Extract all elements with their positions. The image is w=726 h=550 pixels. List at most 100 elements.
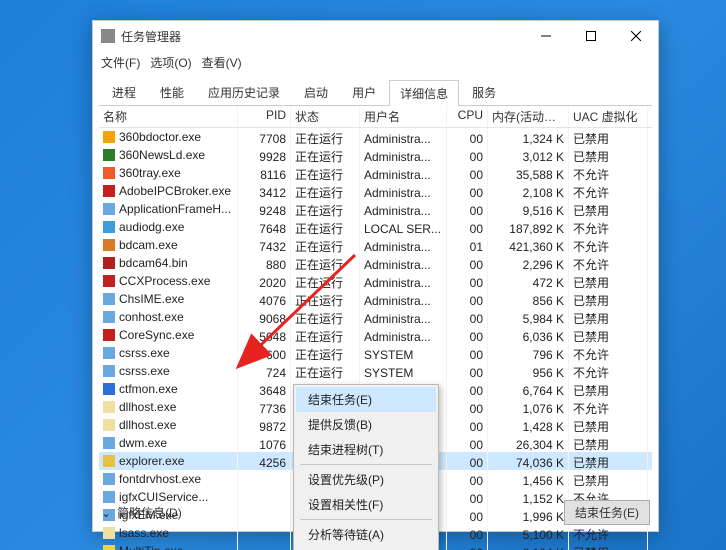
col-cpu[interactable]: CPU — [447, 106, 488, 127]
cell-mem: 6,104 K — [488, 542, 569, 550]
cell-state: 正在运行 — [291, 344, 360, 362]
brief-info-link[interactable]: 简略信息(D) — [117, 504, 182, 521]
col-state[interactable]: 状态 — [291, 106, 360, 127]
table-row[interactable]: csrss.exe600正在运行SYSTEM00796 K不允许 — [99, 344, 652, 362]
cell-cpu: 00 — [447, 254, 488, 272]
cell-mem: 6,764 K — [488, 380, 569, 398]
menu-item[interactable]: 提供反馈(B) — [296, 412, 436, 437]
process-icon — [103, 455, 115, 467]
cell-cpu: 00 — [447, 452, 488, 470]
cell-uac: 不允许 — [569, 344, 648, 362]
cell-user: LOCAL SER... — [360, 218, 447, 236]
cell-pid: 3412 — [238, 182, 291, 200]
table-row[interactable]: CCXProcess.exe2020正在运行Administra...00472… — [99, 272, 652, 290]
menu-item[interactable]: 设置相关性(F) — [296, 492, 436, 517]
cell-user: Administra... — [360, 182, 447, 200]
table-row[interactable]: ChsIME.exe4076正在运行Administra...00856 K已禁… — [99, 290, 652, 308]
table-row[interactable]: AdobeIPCBroker.exe3412正在运行Administra...0… — [99, 182, 652, 200]
cell-state: 正在运行 — [291, 290, 360, 308]
cell-user: Administra... — [360, 290, 447, 308]
table-row[interactable]: bdcam.exe7432正在运行Administra...01421,360 … — [99, 236, 652, 254]
cell-name: MultiTip.exe — [119, 542, 183, 550]
process-icon — [103, 347, 115, 359]
tab-5[interactable]: 详细信息 — [389, 80, 459, 106]
cell-state: 正在运行 — [291, 272, 360, 290]
menu-item[interactable]: 设置优先级(P) — [296, 467, 436, 492]
menu-item[interactable]: 结束进程树(T) — [296, 437, 436, 462]
tab-1[interactable]: 性能 — [149, 79, 195, 105]
table-row[interactable]: csrss.exe724正在运行SYSTEM00956 K不允许 — [99, 362, 652, 380]
cell-pid: 7736 — [238, 398, 291, 416]
cell-uac: 已禁用 — [569, 290, 648, 308]
cell-state: 正在运行 — [291, 308, 360, 326]
cell-name: dwm.exe — [119, 434, 167, 452]
table-row[interactable]: 360tray.exe8116正在运行Administra...0035,588… — [99, 164, 652, 182]
cell-pid — [238, 524, 291, 542]
process-icon — [103, 311, 115, 323]
tab-4[interactable]: 用户 — [341, 79, 387, 105]
cell-pid: 9248 — [238, 200, 291, 218]
cell-name: fontdrvhost.exe — [119, 470, 201, 488]
cell-uac: 已禁用 — [569, 452, 648, 470]
cell-user: Administra... — [360, 326, 447, 344]
table-row[interactable]: ApplicationFrameH...9248正在运行Administra..… — [99, 200, 652, 218]
menu-item[interactable]: 分析等待链(A) — [296, 522, 436, 547]
cell-state: 正在运行 — [291, 200, 360, 218]
col-name[interactable]: 名称 — [99, 106, 238, 127]
cell-uac: 不允许 — [569, 362, 648, 380]
cell-name: lsass.exe — [119, 524, 169, 542]
table-row[interactable]: 360bdoctor.exe7708正在运行Administra...001,3… — [99, 128, 652, 146]
table-row[interactable]: conhost.exe9068正在运行Administra...005,984 … — [99, 308, 652, 326]
table-row[interactable]: CoreSync.exe5048正在运行Administra...006,036… — [99, 326, 652, 344]
cell-uac: 已禁用 — [569, 470, 648, 488]
cell-name: dllhost.exe — [119, 416, 176, 434]
process-icon — [103, 257, 115, 269]
cell-name: ctfmon.exe — [119, 380, 178, 398]
cell-name: 360bdoctor.exe — [119, 128, 201, 146]
cell-name: csrss.exe — [119, 344, 170, 362]
menu-item[interactable]: 结束任务(E) — [296, 387, 436, 412]
cell-name: csrss.exe — [119, 362, 170, 380]
tab-0[interactable]: 进程 — [101, 79, 147, 105]
table-row[interactable]: 360NewsLd.exe9928正在运行Administra...003,01… — [99, 146, 652, 164]
maximize-button[interactable] — [568, 21, 613, 51]
title-bar[interactable]: 任务管理器 — [93, 21, 658, 51]
cell-cpu: 00 — [447, 362, 488, 380]
process-icon — [103, 131, 115, 143]
close-button[interactable] — [613, 21, 658, 51]
col-mem[interactable]: 内存(活动的... — [488, 106, 569, 127]
cell-cpu: 00 — [447, 470, 488, 488]
chevron-down-icon[interactable]: ⌄ — [101, 506, 111, 520]
tab-2[interactable]: 应用历史记录 — [197, 79, 291, 105]
tab-strip: 进程性能应用历史记录启动用户详细信息服务 — [93, 73, 658, 105]
col-uac[interactable]: UAC 虚拟化 — [569, 106, 648, 127]
cell-cpu: 00 — [447, 290, 488, 308]
cell-pid — [238, 470, 291, 488]
grid-header[interactable]: 名称 PID 状态 用户名 CPU 内存(活动的... UAC 虚拟化 — [99, 106, 652, 128]
minimize-button[interactable] — [523, 21, 568, 51]
table-row[interactable]: audiodg.exe7648正在运行LOCAL SER...00187,892… — [99, 218, 652, 236]
end-task-button[interactable]: 结束任务(E) — [564, 500, 650, 525]
cell-mem: 796 K — [488, 344, 569, 362]
menu-view[interactable]: 查看(V) — [202, 54, 242, 71]
cell-name: ChsIME.exe — [119, 290, 184, 308]
process-icon — [103, 545, 115, 550]
process-icon — [103, 149, 115, 161]
menu-file[interactable]: 文件(F) — [101, 54, 140, 71]
cell-uac: 不允许 — [569, 164, 648, 182]
cell-mem: 2,296 K — [488, 254, 569, 272]
table-row[interactable]: bdcam64.bin880正在运行Administra...002,296 K… — [99, 254, 652, 272]
col-user[interactable]: 用户名 — [360, 106, 447, 127]
tab-6[interactable]: 服务 — [461, 79, 507, 105]
cell-uac: 已禁用 — [569, 416, 648, 434]
cell-cpu: 01 — [447, 236, 488, 254]
cell-uac: 已禁用 — [569, 128, 648, 146]
process-icon — [103, 293, 115, 305]
cell-user: Administra... — [360, 236, 447, 254]
col-pid[interactable]: PID — [238, 106, 291, 127]
tab-3[interactable]: 启动 — [293, 79, 339, 105]
menu-options[interactable]: 选项(O) — [150, 54, 191, 71]
process-icon — [103, 419, 115, 431]
cell-name: ApplicationFrameH... — [119, 200, 231, 218]
cell-cpu: 00 — [447, 344, 488, 362]
